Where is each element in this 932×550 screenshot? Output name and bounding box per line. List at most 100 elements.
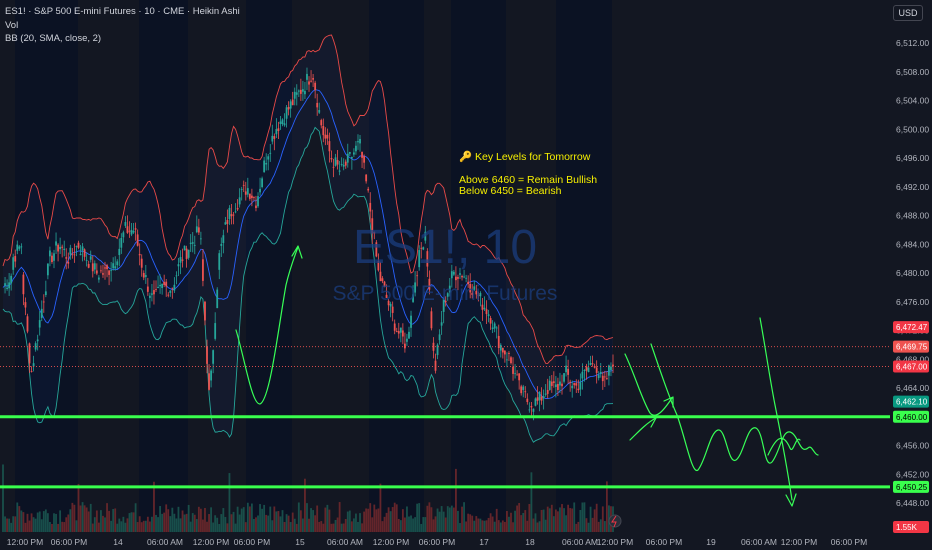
candle-body — [544, 393, 547, 395]
price-tick-label: 6,464.00 — [896, 383, 929, 393]
candle-body — [461, 275, 463, 278]
time-tick-label: 12:00 PM — [193, 537, 229, 547]
volume-bar — [367, 508, 370, 532]
volume-bar — [293, 518, 296, 532]
symbol-title[interactable]: ES1! · S&P 500 E-mini Futures · 10 · CME… — [5, 5, 240, 19]
volume-bar — [434, 516, 437, 532]
currency-button[interactable]: USD — [893, 5, 923, 21]
volume-bar — [446, 506, 449, 532]
volume-bar — [583, 502, 586, 532]
candle-body — [408, 331, 410, 339]
volume-bar — [53, 513, 55, 532]
key-levels-note[interactable]: 🔑 Key Levels for Tomorrow Above 6460 = R… — [459, 151, 597, 198]
volume-bar — [28, 520, 31, 532]
time-tick-label: 06:00 AM — [741, 537, 777, 547]
volume-bar — [485, 520, 488, 532]
candle-body — [324, 134, 327, 139]
candle-body — [491, 327, 494, 330]
volume-bar — [291, 512, 294, 532]
candle-body — [410, 315, 412, 328]
candle-body — [318, 110, 321, 113]
volume-bar — [487, 517, 490, 532]
candle-body — [434, 360, 437, 371]
volume-bar — [100, 510, 102, 532]
volume-bar — [106, 503, 108, 532]
candle-body — [495, 327, 498, 329]
time-tick-label: 12:00 PM — [781, 537, 817, 547]
volume-bar — [14, 516, 17, 532]
volume-bar — [383, 516, 386, 532]
price-tick-label: 6,504.00 — [896, 96, 929, 106]
volume-bar — [2, 464, 4, 532]
candle-body — [348, 151, 351, 154]
volume-bar — [344, 519, 347, 532]
volume-bar — [593, 509, 596, 532]
candle-body — [605, 378, 608, 379]
time-tick-label: 18 — [525, 537, 535, 547]
volume-bar — [87, 511, 90, 532]
candle-body — [257, 196, 259, 207]
volume-bar — [595, 503, 598, 532]
volume-bar — [444, 517, 447, 532]
volume-bar — [91, 523, 94, 532]
volume-bar — [312, 510, 315, 532]
volume-bar — [120, 521, 123, 532]
time-tick-label: 06:00 AM — [327, 537, 363, 547]
candle-body — [506, 359, 508, 361]
candle-body — [487, 314, 490, 317]
volume-bar — [450, 505, 453, 532]
candle-body — [569, 381, 572, 383]
candle-body — [240, 189, 243, 190]
price-chart[interactable]: 6,512.00 6,508.00 6,504.00 6,500.00 6,496.00… — [0, 0, 932, 550]
candle-body — [510, 357, 512, 364]
volume-bar — [536, 522, 539, 532]
candle-body — [306, 73, 308, 80]
volume-bar — [49, 521, 51, 532]
price-tick-label: 6,508.00 — [896, 67, 929, 77]
volume-bar — [328, 509, 331, 532]
price-label-text: 6,462.10 — [896, 398, 928, 407]
volume-bar — [557, 511, 559, 532]
volume-bar — [118, 518, 121, 532]
candle-body — [430, 311, 433, 329]
price-tick-label: 6,488.00 — [896, 211, 929, 221]
volume-bar — [159, 506, 161, 532]
candle-body — [485, 309, 488, 315]
volume-bar — [51, 523, 53, 532]
candle-body — [275, 129, 278, 135]
candle-body — [316, 102, 319, 108]
volume-bar — [479, 518, 482, 532]
candle-body — [542, 396, 545, 399]
volume-bar — [124, 522, 127, 532]
candle-body — [393, 323, 396, 331]
volume-bar — [395, 504, 398, 532]
candle-body — [365, 174, 368, 182]
candle-body — [514, 373, 516, 375]
volume-bar — [514, 510, 516, 532]
candle-body — [516, 374, 519, 376]
candle-body — [438, 334, 441, 341]
candle-body — [536, 397, 539, 401]
volume-bar — [38, 511, 41, 532]
bollinger-bands-label[interactable]: BB (20, SMA, close, 2) — [5, 32, 240, 46]
volume-bar — [520, 515, 523, 532]
volume-bar — [346, 511, 349, 532]
volume-indicator-label[interactable]: Vol — [5, 19, 240, 33]
candle-body — [406, 338, 408, 342]
volume-bar — [287, 515, 290, 532]
volume-bar — [448, 507, 451, 532]
candle-body — [561, 383, 563, 387]
volume-bar — [308, 518, 310, 532]
price-tick-label: 6,480.00 — [896, 268, 929, 278]
candle-body — [401, 330, 404, 337]
volume-bar — [334, 519, 337, 532]
volume-bar — [399, 520, 402, 532]
candle-body — [261, 178, 263, 188]
volume-bar — [234, 523, 237, 532]
candle-body — [314, 82, 317, 91]
volume-bar — [457, 510, 459, 532]
candle-body — [522, 386, 525, 390]
volume-bar — [495, 508, 498, 532]
price-tick-label: 6,492.00 — [896, 182, 929, 192]
candle-body — [253, 197, 255, 198]
